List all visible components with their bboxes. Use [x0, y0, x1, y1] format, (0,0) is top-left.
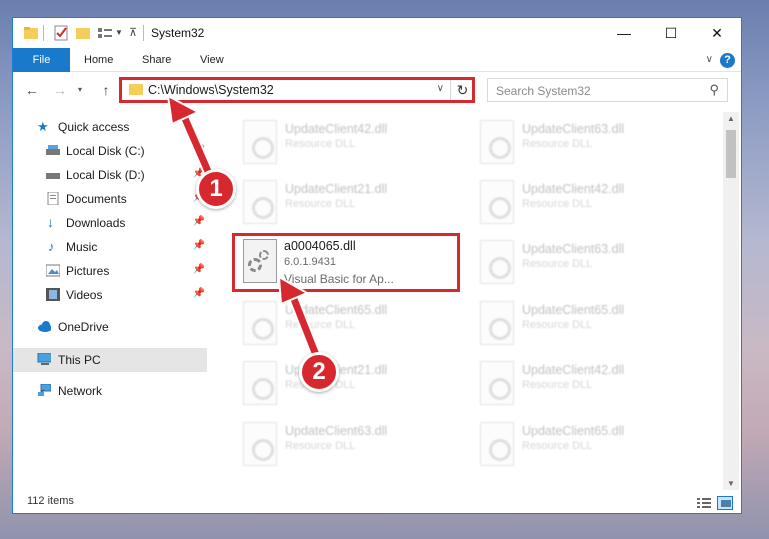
- callout-badge-2: 2: [299, 352, 339, 392]
- arrow-to-dll-file: [277, 275, 322, 361]
- callout-badge-1: 1: [196, 169, 236, 209]
- callout-arrows: [166, 94, 322, 361]
